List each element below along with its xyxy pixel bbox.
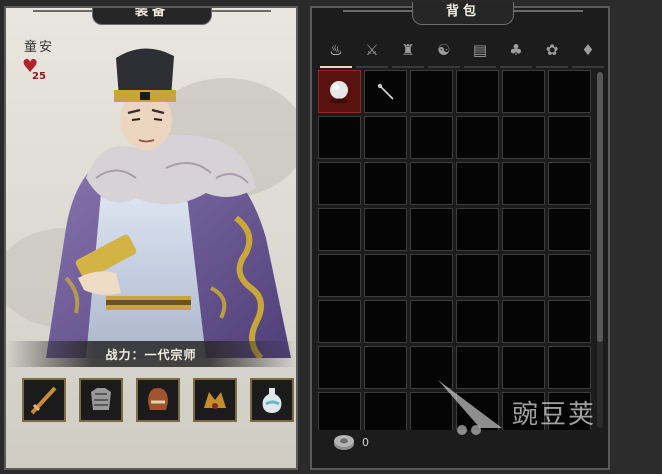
clothing-icon: ♜ — [401, 41, 415, 59]
combat-power-bar: 战力：一代宗师 — [6, 341, 296, 367]
pet-icon: ✿ — [545, 41, 559, 59]
bag-slot[interactable] — [456, 162, 499, 205]
tab-weapons[interactable]: ⚔ — [356, 34, 388, 68]
equip-slot-head[interactable] — [136, 378, 180, 422]
equip-slot-armor[interactable] — [79, 378, 123, 422]
watermark-text: 豌豆荚 — [512, 400, 597, 430]
bag-slot[interactable] — [502, 300, 545, 343]
potion-icon — [262, 388, 282, 413]
combat-power-text: 战力：一代宗师 — [105, 348, 197, 362]
bag-slot[interactable] — [410, 254, 453, 297]
misc-icon: ♦ — [581, 41, 595, 59]
bag-header: 背包 — [343, 2, 583, 25]
bag-slot[interactable] — [548, 254, 591, 297]
equip-slot-weapon[interactable] — [22, 378, 66, 422]
bag-slot[interactable] — [410, 116, 453, 159]
bag-slot[interactable] — [502, 70, 545, 113]
tab-clothing[interactable]: ♜ — [392, 34, 424, 68]
bag-slot[interactable] — [318, 208, 361, 251]
tab-herbs[interactable]: ♣ — [500, 34, 532, 68]
bag-slot[interactable] — [364, 254, 407, 297]
bag-slot[interactable] — [456, 70, 499, 113]
favor-value: 25 — [32, 71, 46, 82]
sword-icon — [30, 386, 57, 415]
bag-slot[interactable] — [364, 392, 407, 430]
bag-slot[interactable] — [548, 116, 591, 159]
bag-slot[interactable] — [548, 300, 591, 343]
bag-slot[interactable] — [548, 70, 591, 113]
tab-misc[interactable]: ♦ — [572, 34, 604, 68]
money-value: 0 — [362, 436, 369, 449]
bag-slot[interactable] — [318, 392, 361, 430]
bag-slot[interactable] — [456, 300, 499, 343]
bag-slot[interactable] — [364, 346, 407, 389]
bag-slot[interactable] — [318, 116, 361, 159]
bag-slot[interactable] — [410, 70, 453, 113]
coin-icon — [334, 435, 354, 450]
bag-slot[interactable] — [410, 208, 453, 251]
bag-slot[interactable] — [410, 162, 453, 205]
bag-slot[interactable] — [364, 208, 407, 251]
bag-slot[interactable] — [548, 162, 591, 205]
book-icon: ▤ — [472, 41, 488, 59]
character-name: 童安 — [24, 40, 55, 55]
bag-slot[interactable] — [456, 254, 499, 297]
site-watermark: 豌豆荚 — [432, 376, 632, 440]
equip-slot-accessory[interactable] — [193, 378, 237, 422]
bag-slot[interactable] — [318, 70, 361, 113]
bag-slot[interactable] — [410, 300, 453, 343]
bag-scrollbar-thumb[interactable] — [597, 72, 603, 342]
herb-icon: ♣ — [509, 41, 523, 59]
tab-all-items[interactable]: ♨ — [320, 34, 352, 68]
needle-icon — [377, 83, 394, 100]
bag-slot[interactable] — [364, 300, 407, 343]
tab-pets[interactable]: ✿ — [536, 34, 568, 68]
bag-slot[interactable] — [318, 162, 361, 205]
accessory-icon — [204, 392, 226, 409]
bag-slot[interactable] — [364, 162, 407, 205]
bag-tabs: ♨ ⚔ ♜ ☯ ▤ ♣ ✿ ♦ — [320, 34, 604, 68]
bag-slot[interactable] — [502, 116, 545, 159]
bag-slot[interactable] — [456, 208, 499, 251]
bag-slot[interactable] — [364, 116, 407, 159]
bag-slot[interactable] — [548, 208, 591, 251]
bag-slot[interactable] — [456, 116, 499, 159]
equipment-slots — [22, 378, 294, 424]
equip-slot-item[interactable] — [250, 378, 294, 422]
watermark-logo-icon — [438, 380, 502, 435]
cultivation-icon: ☯ — [437, 41, 451, 59]
all-items-icon: ♨ — [329, 41, 343, 59]
bag-slot[interactable] — [318, 300, 361, 343]
armor-icon — [91, 388, 111, 410]
crossed-swords-icon: ⚔ — [365, 41, 379, 59]
bag-slot[interactable] — [502, 208, 545, 251]
bag-slot[interactable] — [318, 346, 361, 389]
equipment-header: 装备 — [33, 8, 271, 25]
bag-scrollbar[interactable] — [597, 72, 603, 428]
bag-slot[interactable] — [502, 254, 545, 297]
pearl-icon — [330, 81, 348, 104]
helmet-icon — [148, 388, 168, 410]
tab-books[interactable]: ▤ — [464, 34, 496, 68]
tab-cultivation[interactable]: ☯ — [428, 34, 460, 68]
bag-slot[interactable] — [318, 254, 361, 297]
bag-slot[interactable] — [502, 162, 545, 205]
favor-indicator: ♥ 25 — [22, 58, 52, 88]
equipment-panel: 装备 童安 ♥ 25 战力：一代宗师 — [4, 6, 298, 470]
bag-slot[interactable] — [364, 70, 407, 113]
